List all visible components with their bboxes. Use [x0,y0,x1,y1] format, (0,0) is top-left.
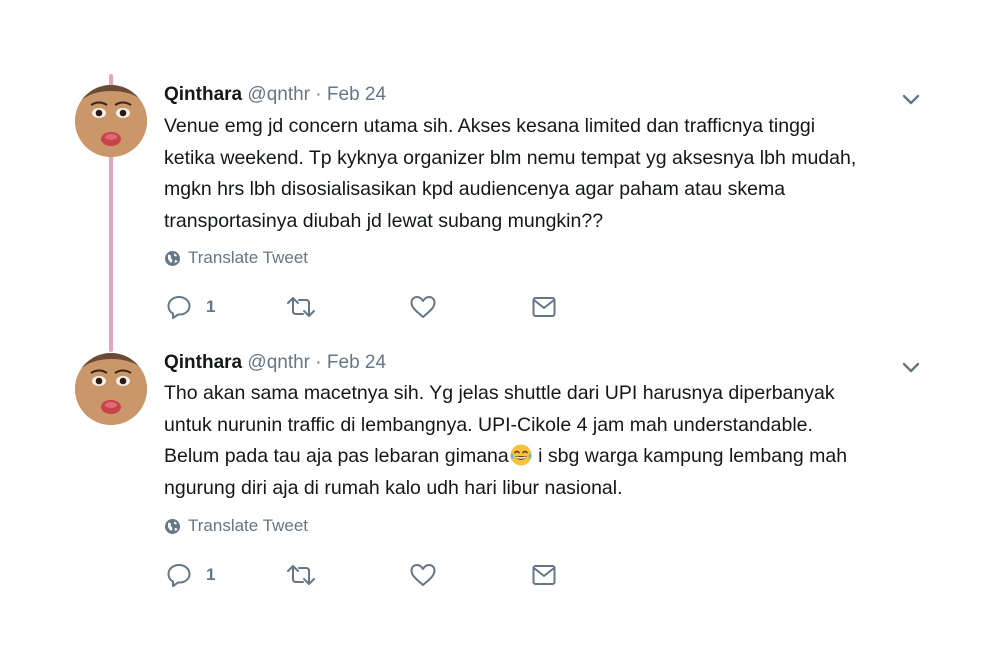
display-name[interactable]: Qinthara [164,352,242,373]
translate-tweet-link[interactable]: Translate Tweet [164,516,308,536]
heart-icon [410,296,436,318]
tweet-text: Tho akan sama macetnya sih. Yg jelas shu… [164,378,934,504]
tweet-text-line: Venue emg jd concern utama sih. Akses ke… [164,115,816,137]
tweet-text-line: Tho akan sama macetnya sih. Yg jelas shu… [164,382,835,404]
retweet-button[interactable] [286,292,316,322]
tweet-text-line: Belum pada tau aja pas lebaran gimana i … [164,441,934,473]
reply-icon [167,296,191,319]
tweet-text-line: transportasinya diubah jd lewat subang m… [164,209,604,232]
globe-icon [165,250,180,266]
tweet-text-segment: Belum pada tau aja pas lebaran gimana [164,445,509,467]
chevron-down-icon[interactable] [900,356,922,378]
reply-count: 1 [206,297,216,316]
tweet-text-line: ngurung diri aja di rumah kalo udh hari … [164,476,623,499]
translate-tweet-link[interactable]: Translate Tweet [164,248,308,268]
like-button[interactable] [409,292,437,322]
direct-message-button[interactable] [531,292,557,322]
tweet-date[interactable]: Feb 24 [327,352,386,373]
direct-message-button[interactable] [531,560,557,590]
retweet-icon [287,565,315,585]
tweet-header: Qinthara @qnthr · Feb 24 [164,84,386,106]
separator-dot: · [315,352,322,373]
separator-dot: · [315,84,322,105]
retweet-icon [287,297,315,317]
tweet-text: Venue emg jd concern utama sih. Akses ke… [164,111,934,237]
translate-label: Translate Tweet [188,248,309,267]
envelope-icon [532,565,556,585]
retweet-button[interactable] [286,560,316,590]
reply-count: 1 [206,565,216,584]
envelope-icon [532,297,556,317]
user-handle[interactable]: @qnthr [247,84,310,105]
avatar[interactable] [75,85,147,157]
tweet-date[interactable]: Feb 24 [327,84,386,105]
tweet-header: Qinthara @qnthr · Feb 24 [164,352,386,374]
tweet-text-line: ketika weekend. Tp kyknya organizer blm … [164,146,857,169]
avatar[interactable] [75,353,147,425]
chevron-down-icon[interactable] [900,88,922,110]
reply-button[interactable]: 1 [166,292,215,322]
reply-icon [167,564,191,587]
user-handle[interactable]: @qnthr [247,352,310,373]
tweet-text-line: mgkn hrs lbh disosialisasikan kpd audien… [164,178,786,200]
like-button[interactable] [409,560,437,590]
tears-of-joy-emoji [510,444,532,466]
display-name[interactable]: Qinthara [164,84,242,105]
tweet-text-line: untuk nurunin traffic di lembangnya. UPI… [164,413,813,436]
translate-label: Translate Tweet [188,516,309,535]
tweet-text-segment: i sbg warga kampung lembang mah [532,445,848,467]
globe-icon [165,518,180,534]
reply-button[interactable]: 1 [166,560,215,590]
heart-icon [410,564,436,586]
